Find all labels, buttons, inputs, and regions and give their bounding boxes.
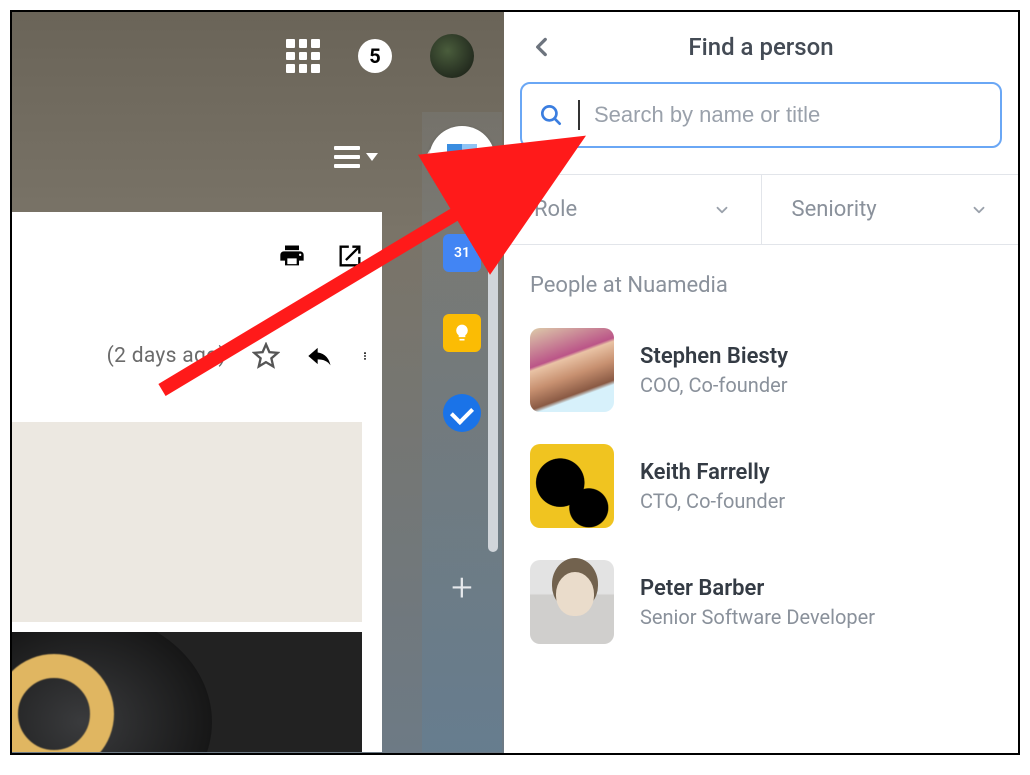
- calendar-addon-icon[interactable]: [443, 234, 481, 272]
- density-menu[interactable]: [334, 146, 378, 168]
- person-name: Peter Barber: [640, 576, 875, 601]
- person-name: Stephen Biesty: [640, 344, 788, 369]
- person-row[interactable]: Stephen Biesty COO, Co-founder: [504, 312, 1018, 428]
- email-image-attachment: [12, 632, 362, 752]
- filter-seniority-label: Seniority: [792, 197, 877, 222]
- chevron-down-icon: [970, 201, 988, 219]
- person-row[interactable]: Peter Barber Senior Software Developer: [504, 544, 1018, 660]
- profile-avatar[interactable]: [430, 34, 474, 78]
- avatar: [530, 328, 614, 412]
- person-subtitle: COO, Co-founder: [640, 373, 788, 397]
- dropdown-caret-icon: [366, 153, 378, 161]
- person-subtitle: CTO, Co-founder: [640, 489, 785, 513]
- filter-role[interactable]: Role: [504, 175, 761, 244]
- email-time-ago: (2 days ago): [107, 344, 226, 368]
- more-vert-icon[interactable]: [360, 342, 370, 370]
- add-addon-icon[interactable]: +: [451, 566, 472, 610]
- filter-seniority[interactable]: Seniority: [761, 175, 1019, 244]
- addon-scrollbar[interactable]: [488, 242, 498, 552]
- notification-count: 5: [369, 44, 380, 68]
- person-row[interactable]: Keith Farrelly CTO, Co-founder: [504, 428, 1018, 544]
- person-name: Keith Farrelly: [640, 460, 785, 485]
- filter-role-label: Role: [534, 197, 577, 222]
- avatar: [530, 444, 614, 528]
- search-input[interactable]: [594, 102, 984, 128]
- panel-title: Find a person: [524, 33, 998, 61]
- star-icon[interactable]: [252, 342, 280, 370]
- text-cursor: [578, 100, 580, 130]
- person-subtitle: Senior Software Developer: [640, 605, 875, 629]
- find-person-panel: Find a person Role Seniority People at N…: [504, 12, 1018, 753]
- tasks-addon-icon[interactable]: [443, 394, 481, 432]
- keep-addon-icon[interactable]: [443, 314, 481, 352]
- print-icon[interactable]: [278, 242, 306, 270]
- addon-launcher[interactable]: [429, 126, 495, 192]
- open-in-new-icon[interactable]: [336, 242, 364, 270]
- apps-grid-icon[interactable]: [286, 39, 320, 73]
- chevron-down-icon: [713, 201, 731, 219]
- search-field[interactable]: [520, 82, 1002, 148]
- reply-icon[interactable]: [306, 342, 334, 370]
- email-pane: (2 days ago): [12, 212, 382, 752]
- people-section-title: People at Nuamedia: [504, 245, 1018, 312]
- email-content-preview: [12, 422, 362, 622]
- search-icon: [538, 102, 564, 128]
- avatar: [530, 560, 614, 644]
- notification-badge[interactable]: 5: [358, 39, 392, 73]
- gmail-background: 5 (2 days ago): [12, 12, 504, 753]
